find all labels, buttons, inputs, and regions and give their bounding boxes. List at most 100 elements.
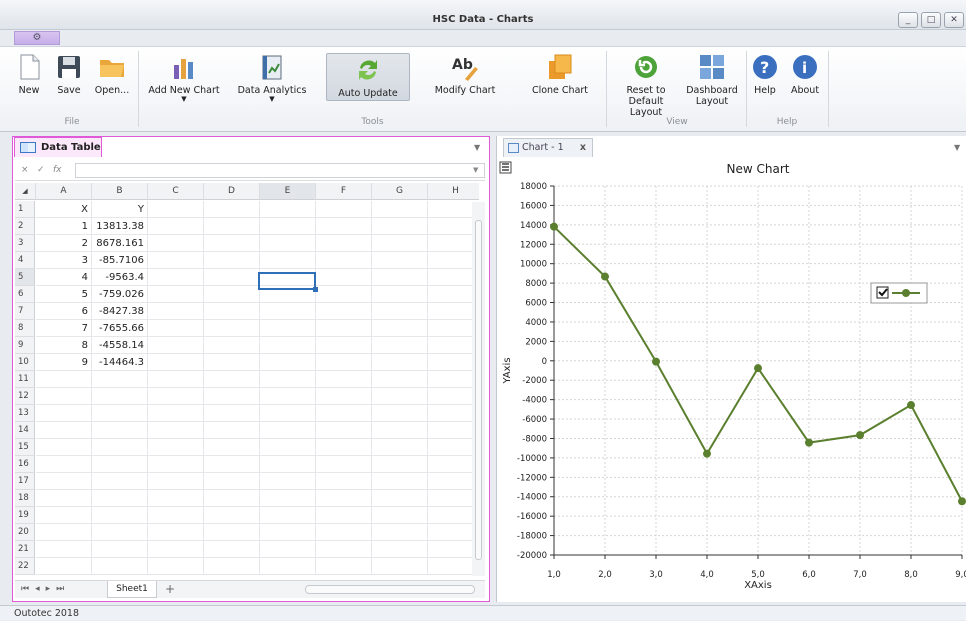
chart-panel-menu-chevron-icon[interactable]: ▼	[954, 143, 960, 152]
cell-d22[interactable]	[204, 558, 260, 575]
cell-c12[interactable]	[148, 388, 204, 405]
cell-b1[interactable]: Y	[92, 201, 148, 218]
cell-d17[interactable]	[204, 473, 260, 490]
cell-c8[interactable]	[148, 320, 204, 337]
cell-a20[interactable]	[36, 524, 92, 541]
cell-g1[interactable]	[372, 201, 428, 218]
cell-f10[interactable]	[316, 354, 372, 371]
cell-f6[interactable]	[316, 286, 372, 303]
row-header-1[interactable]: 1	[15, 201, 35, 218]
cell-d16[interactable]	[204, 456, 260, 473]
cell-d8[interactable]	[204, 320, 260, 337]
cell-a22[interactable]	[36, 558, 92, 575]
cell-a1[interactable]: X	[36, 201, 92, 218]
cell-g11[interactable]	[372, 371, 428, 388]
data-point[interactable]	[907, 401, 915, 410]
modify-chart-button[interactable]: Ab Modify Chart	[430, 51, 500, 96]
cell-a6[interactable]: 5	[36, 286, 92, 303]
data-point[interactable]	[703, 449, 711, 458]
cell-g22[interactable]	[372, 558, 428, 575]
data-point[interactable]	[754, 364, 762, 373]
row-header-15[interactable]: 15	[15, 439, 35, 456]
cell-g16[interactable]	[372, 456, 428, 473]
clone-chart-button[interactable]: Clone Chart	[522, 51, 598, 96]
cell-f11[interactable]	[316, 371, 372, 388]
about-button[interactable]: i About	[788, 51, 822, 96]
cell-e10[interactable]	[260, 354, 316, 371]
cell-a19[interactable]	[36, 507, 92, 524]
selected-cell-e5[interactable]	[258, 272, 318, 292]
row-header-5[interactable]: 5	[15, 269, 35, 286]
cell-g2[interactable]	[372, 218, 428, 235]
row-header-2[interactable]: 2	[15, 218, 35, 235]
cell-a8[interactable]: 7	[36, 320, 92, 337]
column-header-a[interactable]: A	[36, 183, 92, 200]
horizontal-scrollbar[interactable]	[305, 585, 475, 594]
close-button[interactable]: ✕	[944, 12, 964, 28]
cell-e18[interactable]	[260, 490, 316, 507]
cell-f22[interactable]	[316, 558, 372, 575]
row-header-12[interactable]: 12	[15, 388, 35, 405]
cell-f15[interactable]	[316, 439, 372, 456]
cell-e9[interactable]	[260, 337, 316, 354]
data-point[interactable]	[652, 357, 660, 366]
cell-a17[interactable]	[36, 473, 92, 490]
cell-g9[interactable]	[372, 337, 428, 354]
cell-e20[interactable]	[260, 524, 316, 541]
cell-a4[interactable]: 3	[36, 252, 92, 269]
cell-f16[interactable]	[316, 456, 372, 473]
cell-d6[interactable]	[204, 286, 260, 303]
cell-e1[interactable]	[260, 201, 316, 218]
column-header-f[interactable]: F	[316, 183, 372, 200]
cell-g21[interactable]	[372, 541, 428, 558]
cell-b5[interactable]: -9563.4	[92, 269, 148, 286]
cell-e15[interactable]	[260, 439, 316, 456]
row-header-9[interactable]: 9	[15, 337, 35, 354]
cell-a21[interactable]	[36, 541, 92, 558]
cell-a16[interactable]	[36, 456, 92, 473]
cell-c4[interactable]	[148, 252, 204, 269]
cell-b8[interactable]: -7655.66	[92, 320, 148, 337]
cell-f5[interactable]	[316, 269, 372, 286]
row-header-22[interactable]: 22	[15, 558, 35, 575]
cell-a9[interactable]: 8	[36, 337, 92, 354]
cell-g17[interactable]	[372, 473, 428, 490]
cell-f12[interactable]	[316, 388, 372, 405]
cell-f13[interactable]	[316, 405, 372, 422]
sheet-tab-sheet1[interactable]: Sheet1	[107, 581, 157, 598]
cell-a13[interactable]	[36, 405, 92, 422]
settings-gear-icon[interactable]: ⚙	[14, 31, 60, 45]
cell-c17[interactable]	[148, 473, 204, 490]
cell-d11[interactable]	[204, 371, 260, 388]
cell-e13[interactable]	[260, 405, 316, 422]
data-point[interactable]	[601, 272, 609, 281]
cell-c5[interactable]	[148, 269, 204, 286]
tab-data-table[interactable]: Data Table	[14, 137, 102, 157]
save-button[interactable]: Save	[52, 51, 86, 96]
cell-b7[interactable]: -8427.38	[92, 303, 148, 320]
cell-d14[interactable]	[204, 422, 260, 439]
cell-b6[interactable]: -759.026	[92, 286, 148, 303]
column-header-c[interactable]: C	[148, 183, 204, 200]
cell-d4[interactable]	[204, 252, 260, 269]
cell-f18[interactable]	[316, 490, 372, 507]
cell-g19[interactable]	[372, 507, 428, 524]
row-header-16[interactable]: 16	[15, 456, 35, 473]
cell-c21[interactable]	[148, 541, 204, 558]
cell-a5[interactable]: 4	[36, 269, 92, 286]
cell-g20[interactable]	[372, 524, 428, 541]
cell-g18[interactable]	[372, 490, 428, 507]
cell-f17[interactable]	[316, 473, 372, 490]
data-point[interactable]	[958, 497, 966, 506]
cell-b17[interactable]	[92, 473, 148, 490]
row-header-14[interactable]: 14	[15, 422, 35, 439]
cell-b13[interactable]	[92, 405, 148, 422]
scroll-thumb[interactable]	[475, 220, 482, 560]
cell-b9[interactable]: -4558.14	[92, 337, 148, 354]
cell-d7[interactable]	[204, 303, 260, 320]
row-header-20[interactable]: 20	[15, 524, 35, 541]
select-all-corner[interactable]: ◢	[15, 183, 36, 200]
cell-c1[interactable]	[148, 201, 204, 218]
cell-d2[interactable]	[204, 218, 260, 235]
cell-c2[interactable]	[148, 218, 204, 235]
